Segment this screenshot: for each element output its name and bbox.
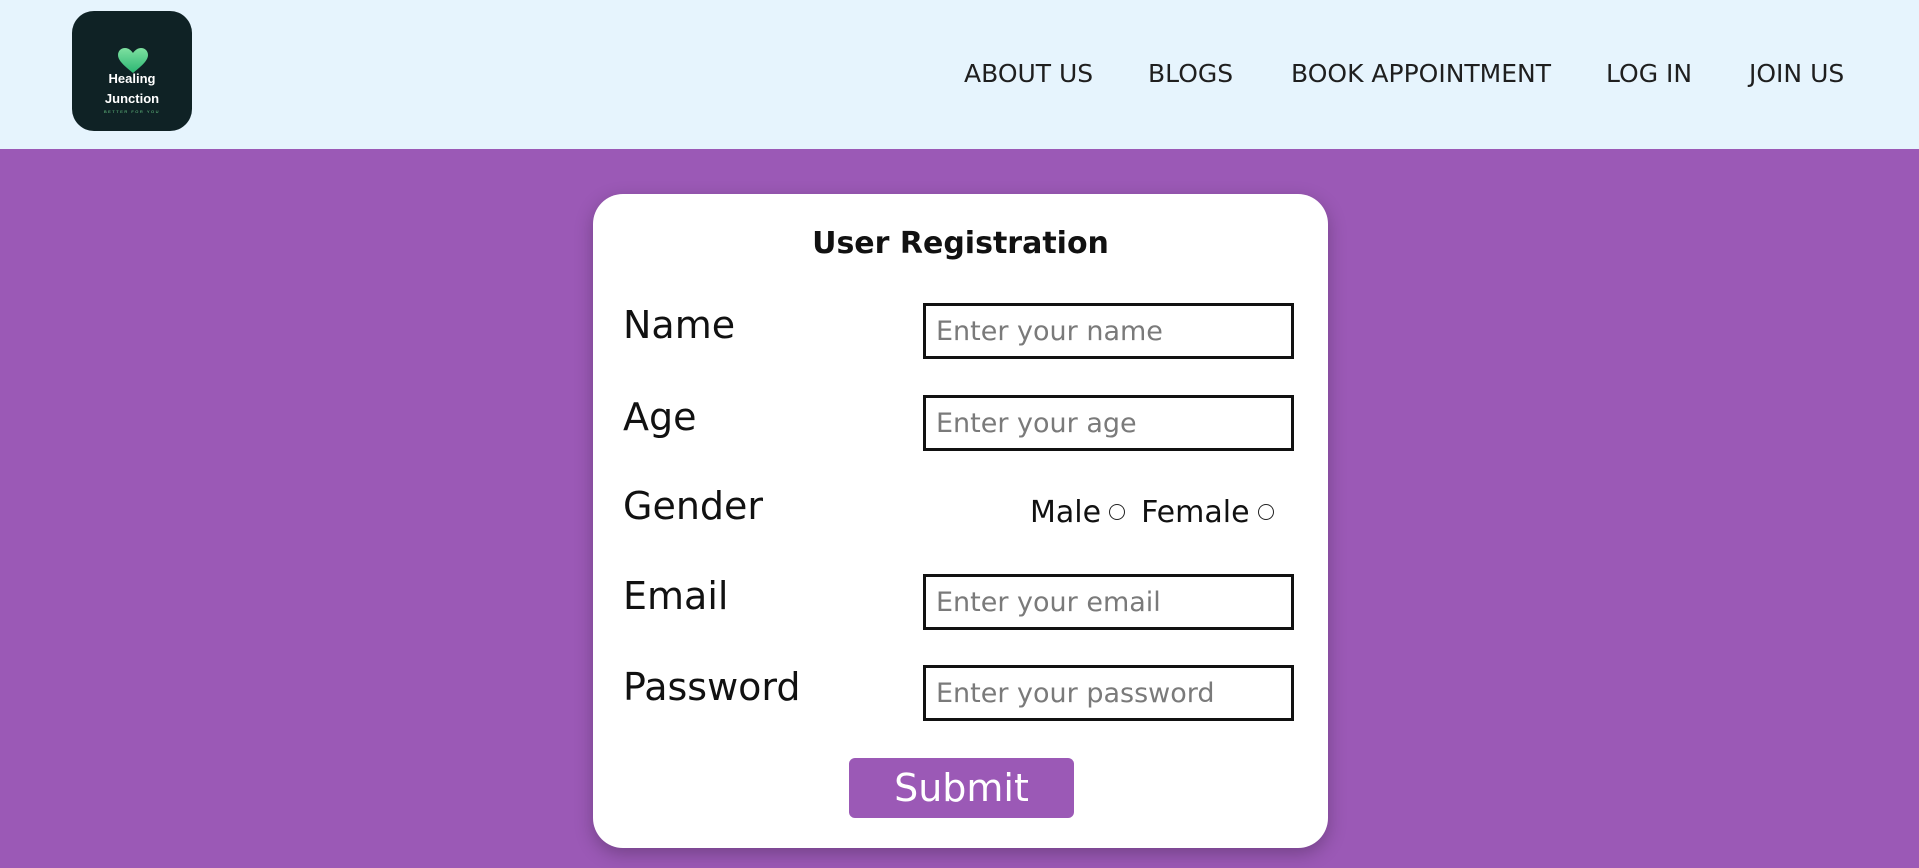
- password-input[interactable]: [923, 665, 1294, 721]
- age-label: Age: [623, 395, 697, 439]
- gender-male-label: Male: [1030, 494, 1102, 530]
- email-label: Email: [623, 574, 729, 618]
- logo-tagline: BETTER FOR YOU: [103, 109, 161, 114]
- form-title: User Registration: [812, 226, 1109, 261]
- nav-blogs[interactable]: BLOGS: [1148, 57, 1233, 91]
- registration-form-card: User Registration Name Age Gender Male F…: [593, 194, 1328, 848]
- logo-text-line1: Healing: [108, 71, 156, 86]
- healing-junction-logo[interactable]: Healing Junction BETTER FOR YOU: [72, 11, 192, 131]
- gender-female-radio[interactable]: [1257, 504, 1274, 520]
- name-input[interactable]: [923, 303, 1294, 359]
- age-input[interactable]: [923, 395, 1294, 451]
- submit-button[interactable]: Submit: [849, 758, 1074, 818]
- site-header: Healing Junction BETTER FOR YOU ABOUT US…: [0, 0, 1919, 149]
- email-input[interactable]: [923, 574, 1294, 630]
- gender-male-radio[interactable]: [1109, 504, 1126, 520]
- gender-options: Male Female: [1030, 492, 1290, 532]
- nav-join-us[interactable]: JOIN US: [1749, 57, 1844, 91]
- nav-log-in[interactable]: LOG IN: [1606, 57, 1692, 91]
- nav-about-us[interactable]: ABOUT US: [964, 57, 1093, 91]
- gender-female-label: Female: [1141, 494, 1250, 530]
- name-label: Name: [623, 303, 736, 347]
- nav-book-appointment[interactable]: BOOK APPOINTMENT: [1291, 57, 1551, 91]
- password-label: Password: [623, 665, 801, 709]
- logo-text-line2: Junction: [104, 91, 160, 106]
- gender-label: Gender: [623, 484, 764, 528]
